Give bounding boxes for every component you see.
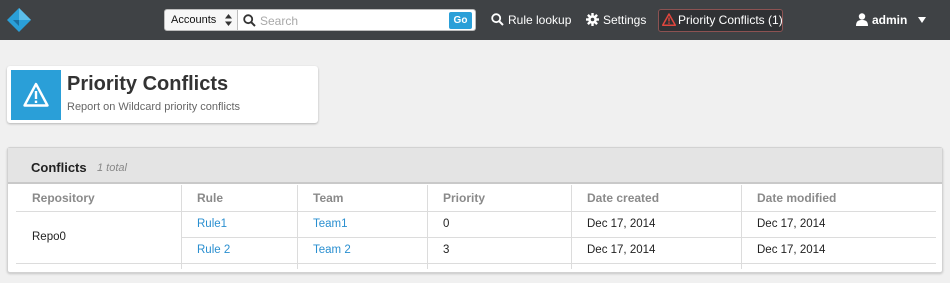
column-header-team[interactable]: Team (297, 185, 343, 211)
nav-user-label: admin (872, 13, 908, 27)
nav-settings[interactable]: Settings (586, 0, 646, 40)
search-box: Go (238, 9, 476, 31)
select-arrows-icon (225, 14, 232, 26)
column-header-date-created[interactable]: Date created (571, 185, 659, 211)
date-created-cell: Dec 17, 2014 (587, 218, 656, 230)
conflicts-count: 1 total (97, 162, 127, 174)
column-header-date-modified[interactable]: Date modified (741, 185, 836, 211)
column-header-repository[interactable]: Repository (16, 185, 95, 211)
team-link[interactable]: Team1 (297, 211, 348, 237)
top-nav-bar: Accounts Go Rule lookup (0, 0, 950, 40)
search-input[interactable] (260, 12, 440, 29)
search-icon (243, 14, 256, 27)
page-title: Priority Conflicts (67, 73, 229, 95)
date-created-cell: Dec 17, 2014 (587, 244, 656, 256)
repository-cell: Repo0 (32, 231, 66, 243)
conflicts-panel-title: Conflicts (31, 160, 87, 175)
page-header-card: Priority Conflicts Report on Wildcard pr… (7, 66, 318, 123)
nav-priority-conflicts[interactable]: Priority Conflicts (1) (658, 9, 783, 32)
user-icon (856, 13, 868, 27)
warning-icon (23, 82, 49, 107)
go-button[interactable]: Go (449, 12, 472, 29)
nav-settings-label: Settings (603, 13, 647, 27)
accounts-select[interactable]: Accounts (164, 9, 238, 31)
column-header-rule[interactable]: Rule (181, 185, 223, 211)
chevron-down-icon[interactable] (918, 17, 926, 23)
table-bottom-divider (16, 263, 936, 264)
priority-cell: 3 (443, 244, 450, 256)
date-modified-cell: Dec 17, 2014 (757, 244, 826, 256)
conflicts-panel: Conflicts 1 total Repository Rule Team P… (7, 147, 943, 273)
rule-link[interactable]: Rule1 (181, 211, 227, 237)
priority-cell: 0 (443, 218, 450, 230)
diamond-logo-icon[interactable] (6, 7, 32, 33)
nav-rule-lookup-label: Rule lookup (508, 13, 572, 27)
gear-icon (586, 13, 599, 27)
column-header-priority[interactable]: Priority (427, 185, 485, 211)
page-subtitle: Report on Wildcard priority conflicts (67, 101, 241, 113)
search-icon (491, 13, 504, 27)
nav-priority-conflicts-label: Priority Conflicts (1) (678, 13, 783, 27)
conflicts-panel-header: Conflicts 1 total (8, 148, 942, 184)
team-link[interactable]: Team 2 (297, 237, 351, 263)
nav-user-menu[interactable]: admin (856, 0, 907, 40)
accounts-select-value: Accounts (171, 14, 217, 26)
warning-icon (662, 13, 676, 26)
nav-rule-lookup[interactable]: Rule lookup (491, 0, 571, 40)
rule-link[interactable]: Rule 2 (181, 237, 230, 263)
page-header-icon-tile (11, 70, 61, 120)
date-modified-cell: Dec 17, 2014 (757, 218, 826, 230)
